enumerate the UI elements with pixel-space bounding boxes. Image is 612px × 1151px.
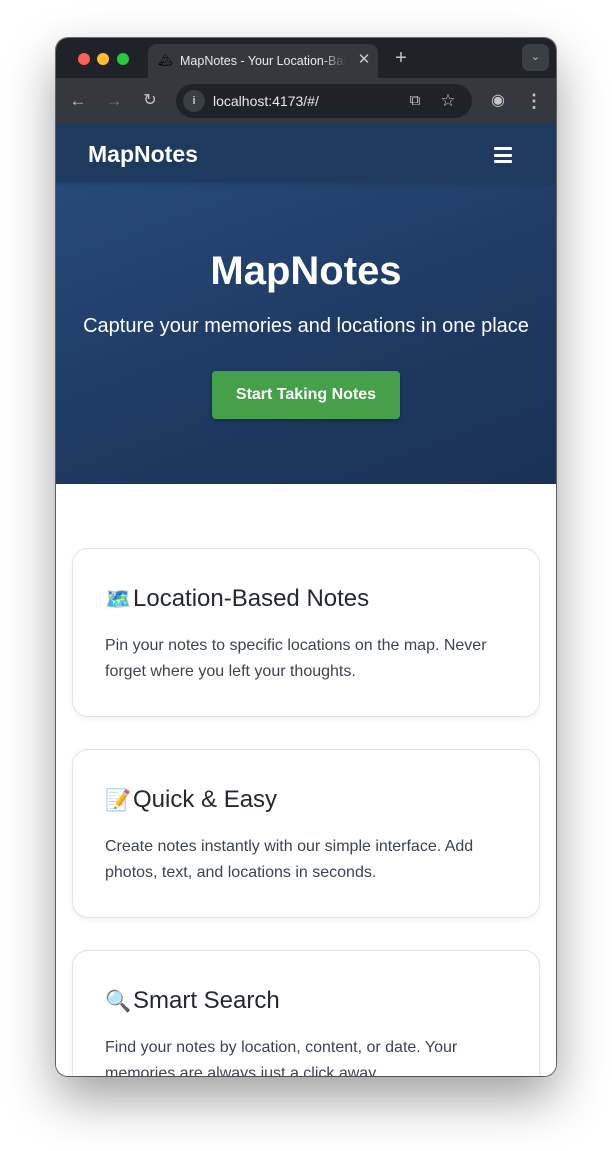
magnifier-icon: 🔍 <box>105 990 132 1013</box>
brand-logo[interactable]: MapNotes <box>88 140 198 168</box>
browser-tab-active[interactable]: 🏔 MapNotes - Your Location-Based Notes ✕ <box>148 44 378 78</box>
tab-title: MapNotes - Your Location-Based Notes <box>180 54 346 68</box>
browser-window: 🏔 MapNotes - Your Location-Based Notes ✕… <box>56 38 556 1076</box>
feature-title-text: Location-Based Notes <box>133 585 370 612</box>
new-tab-button[interactable]: + <box>391 48 411 68</box>
hamburger-icon[interactable] <box>494 147 512 163</box>
memo-icon: 📝 <box>105 789 132 812</box>
feature-title: 🔍Smart Search <box>105 985 280 1017</box>
feature-title-text: Smart Search <box>133 987 280 1014</box>
forward-arrow-icon[interactable]: → <box>103 90 125 112</box>
close-tab-icon[interactable]: ✕ <box>356 52 372 68</box>
feature-description: Create notes instantly with our simple i… <box>105 838 474 881</box>
site-info-icon[interactable]: i <box>183 90 205 112</box>
hero-title: MapNotes <box>210 249 402 293</box>
start-taking-notes-button[interactable]: Start Taking Notes <box>212 371 400 419</box>
feature-description: Find your notes by location, content, or… <box>105 1039 458 1076</box>
feature-card: 🗺️Location-Based Notes Pin your notes to… <box>72 548 540 717</box>
minimize-window-button[interactable] <box>97 53 109 65</box>
close-window-button[interactable] <box>78 53 90 65</box>
browser-toolbar: ← → ↻ i localhost:4173/#/ ⧉ ☆ ◉ ⋮ <box>56 78 556 124</box>
hero-subtitle: Capture your memories and locations in o… <box>83 315 529 337</box>
feature-title: 📝Quick & Easy <box>105 784 277 816</box>
features-section: 🗺️Location-Based Notes Pin your notes to… <box>72 548 540 1076</box>
tab-strip: 🏔 MapNotes - Your Location-Based Notes ✕… <box>56 38 556 78</box>
tab-search-button[interactable]: ⌄ <box>522 44 549 71</box>
feature-card: 📝Quick & Easy Create notes instantly wit… <box>72 749 540 918</box>
feature-title-text: Quick & Easy <box>133 786 278 813</box>
reload-icon[interactable]: ↻ <box>139 90 161 112</box>
favicon-icon: 🏔 <box>158 53 174 67</box>
back-arrow-icon[interactable]: ← <box>67 90 89 112</box>
browser-menu-icon[interactable]: ⋮ <box>523 90 545 112</box>
feature-card: 🔍Smart Search Find your notes by locatio… <box>72 950 540 1076</box>
address-bar[interactable]: i localhost:4173/#/ ⧉ ☆ <box>176 84 472 118</box>
hero-section: MapNotes Capture your memories and locat… <box>56 182 556 484</box>
maximize-window-button[interactable] <box>117 53 129 65</box>
map-icon: 🗺️ <box>105 588 132 611</box>
feature-description: Pin your notes to specific locations on … <box>105 637 487 680</box>
install-app-icon[interactable]: ⧉ <box>405 91 425 111</box>
url-text[interactable]: localhost:4173/#/ <box>213 93 319 109</box>
site-navbar: MapNotes <box>56 124 556 182</box>
feature-title: 🗺️Location-Based Notes <box>105 583 369 615</box>
page-viewport: MapNotes MapNotes Capture your memories … <box>56 124 556 1076</box>
bookmark-star-icon[interactable]: ☆ <box>438 91 458 111</box>
profile-icon[interactable]: ◉ <box>487 90 509 112</box>
